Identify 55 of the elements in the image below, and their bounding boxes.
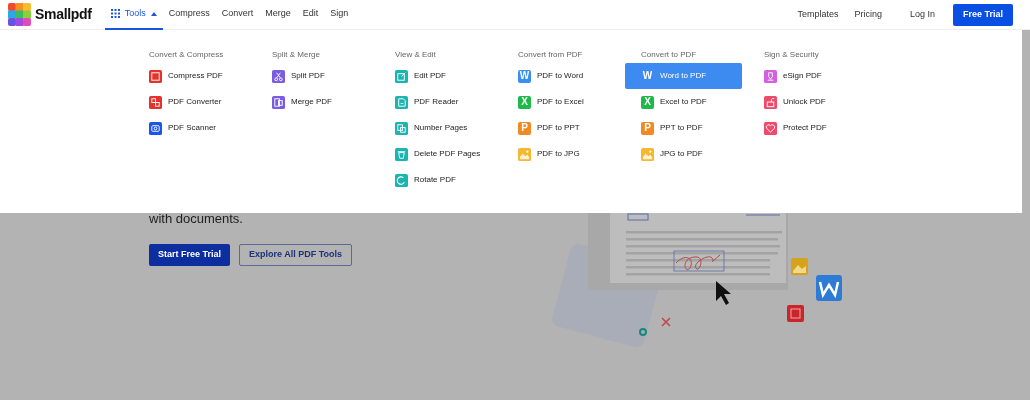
menu-item[interactable]: PDF Converter xyxy=(133,89,250,115)
nav-link[interactable]: Compress xyxy=(162,0,216,30)
letter-icon: X xyxy=(641,95,654,109)
menu-item[interactable]: PDF Reader xyxy=(379,89,496,115)
image-icon xyxy=(791,258,808,275)
letter-icon: P xyxy=(518,121,531,135)
menu-item[interactable]: X PDF to Excel xyxy=(502,89,619,115)
signature-drawing xyxy=(673,250,725,272)
menu-item[interactable]: PDF Scanner xyxy=(133,115,250,141)
hero-text: with documents. xyxy=(149,210,243,228)
nav-link[interactable]: Convert xyxy=(215,0,260,30)
menu-section-title: Convert & Compress xyxy=(149,49,225,61)
nav-link[interactable]: Sign xyxy=(324,0,355,30)
menu-item[interactable]: eSign PDF xyxy=(748,63,865,89)
letter-icon: X xyxy=(518,95,531,109)
nav-link[interactable]: Pricing xyxy=(854,7,882,22)
menu-item[interactable]: Protect PDF xyxy=(748,115,865,141)
menu-item[interactable]: X Excel to PDF xyxy=(625,89,742,115)
menu-item[interactable]: Edit PDF xyxy=(379,63,496,89)
menu-section-title: Convert to PDF xyxy=(641,49,698,61)
menu-item[interactable]: Split PDF xyxy=(256,63,373,89)
menu-section-title: Sign & Security xyxy=(764,49,820,61)
word-icon xyxy=(816,275,842,301)
menu-section-title: Convert from PDF xyxy=(518,49,584,61)
menu-item[interactable]: P PDF to PPT xyxy=(502,115,619,141)
letter-icon: P xyxy=(641,121,654,135)
nav-link[interactable]: Edit xyxy=(296,0,325,30)
nav-link[interactable]: Merge xyxy=(259,0,297,30)
menu-item[interactable]: Number Pages xyxy=(379,115,496,141)
logo-icon xyxy=(8,3,31,26)
cross-arrows-icon xyxy=(661,317,671,327)
login-link[interactable]: Log In xyxy=(909,7,935,22)
menu-item[interactable]: W PDF to Word xyxy=(502,63,619,89)
grid-icon xyxy=(110,9,120,18)
menu-item[interactable]: Rotate PDF xyxy=(379,167,496,193)
letter-icon: W xyxy=(641,69,654,83)
cursor-icon xyxy=(716,281,731,305)
menu-item[interactable]: Merge PDF xyxy=(256,89,373,115)
start-trial-button[interactable]: Start Free Trial xyxy=(149,244,231,266)
menu-section-title: View & Edit xyxy=(395,49,437,61)
caret-up-icon xyxy=(150,11,157,16)
brand-name: Smallpdf xyxy=(35,5,92,24)
free-trial-button[interactable]: Free Trial xyxy=(952,3,1013,26)
explore-tools-button[interactable]: Explore All PDF Tools xyxy=(239,244,353,266)
menu-section-title: Split & Merge xyxy=(272,49,322,61)
menu-item[interactable]: Compress PDF xyxy=(133,63,250,89)
menu-item[interactable]: JPG to PDF xyxy=(625,141,742,167)
nav-link[interactable]: Templates xyxy=(797,7,839,22)
ring-icon xyxy=(639,328,647,336)
menu-item[interactable]: P PPT to PDF xyxy=(625,115,742,141)
menu-item[interactable]: Delete PDF Pages xyxy=(379,141,496,167)
menu-item[interactable]: PDF to JPG xyxy=(502,141,619,167)
letter-icon: W xyxy=(518,69,531,83)
menu-item[interactable]: Unlock PDF xyxy=(748,89,865,115)
compress-icon xyxy=(787,305,804,322)
